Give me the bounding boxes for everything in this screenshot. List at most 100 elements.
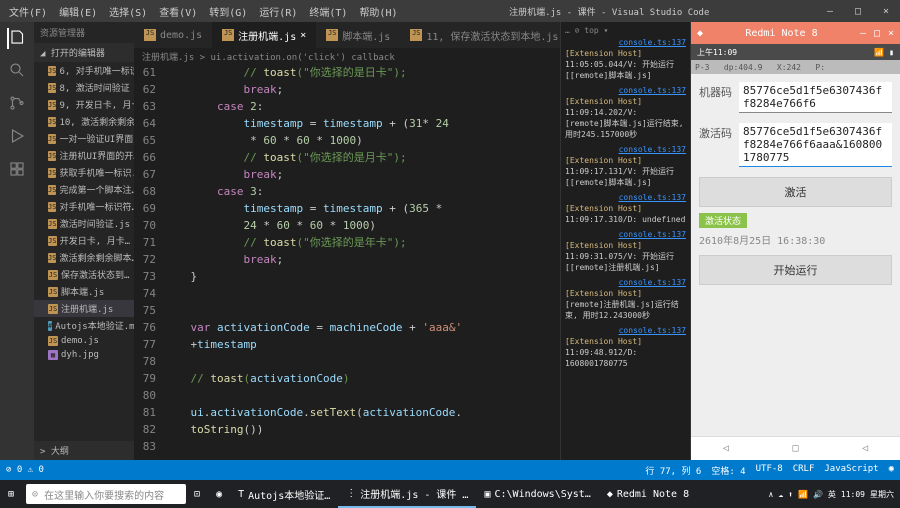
activity-bar [0, 22, 34, 460]
file-item[interactable]: JS完成第一个脚本注… [34, 181, 134, 198]
tray-item[interactable]: ⬆ [788, 490, 793, 499]
close-icon[interactable]: × [300, 30, 306, 41]
status-badge: 激活状态 [699, 213, 747, 228]
outline-section[interactable]: > 大纲 [34, 441, 134, 460]
activate-button[interactable]: 激活 [699, 177, 892, 207]
status-item[interactable]: ◉ [889, 464, 894, 477]
phone-app-icon: ◆ [697, 28, 703, 39]
menu-item[interactable]: 查看(V) [154, 2, 202, 21]
status-bar: ⊘ 0 ⚠ 0 行 77, 列 6 空格: 4 UTF-8 CRLF JavaScrip… [0, 460, 900, 480]
status-item[interactable]: JavaScript [824, 464, 878, 477]
tray-item[interactable]: 🔊 [813, 490, 823, 499]
window-button[interactable]: □ [844, 6, 872, 17]
file-item[interactable]: JS一对一验证UI界面的… [34, 130, 134, 147]
tray-item[interactable]: 星期六 [870, 489, 894, 500]
file-item[interactable]: #Autojs本地验证.md [34, 317, 134, 334]
recent-icon[interactable]: ◁ [862, 443, 868, 454]
taskbar-item[interactable]: ▣C:\Windows\Syst… [476, 480, 598, 508]
machine-code-field[interactable]: 85776ce5d1f5e6307436ff8284e766f6 [739, 82, 892, 113]
file-item[interactable]: JS对手机唯一标识符… [34, 198, 134, 215]
window-buttons: —□× [816, 6, 900, 17]
status-item[interactable]: CRLF [793, 464, 815, 477]
menu-item[interactable]: 运行(R) [254, 2, 302, 21]
window-button[interactable]: — [816, 6, 844, 17]
tray-item[interactable]: 📶 [798, 490, 808, 499]
start-run-button[interactable]: 开始运行 [699, 255, 892, 285]
tray-item[interactable]: ∧ [768, 490, 773, 499]
extensions-icon[interactable] [8, 160, 26, 181]
file-item[interactable]: JS脚本端.js [34, 283, 134, 300]
explorer-sidebar: 资源管理器 ◢ 打开的编辑器 JS6, 对手机唯一标识符…JS8, 激活时间验证… [34, 22, 134, 460]
windows-taskbar: ⊞ ⊙ 在这里输入你要搜索的内容 ⊡◉TAutojs本地验证…⋮注册机端.js … [0, 480, 900, 508]
taskbar-item[interactable]: ⋮注册机端.js - 课件 … [338, 480, 476, 508]
status-item[interactable]: 空格: 4 [711, 464, 745, 477]
file-item[interactable]: JS注册机UI界面的开… [34, 147, 134, 164]
window-button[interactable]: × [872, 6, 900, 17]
file-item[interactable]: ▦dyh.jpg [34, 348, 134, 362]
status-right[interactable]: 行 77, 列 6 空格: 4 UTF-8 CRLF JavaScript ◉ [645, 464, 894, 477]
menu-item[interactable]: 编辑(E) [54, 2, 102, 21]
taskbar-item[interactable]: ◆Redmi Note 8 [599, 480, 697, 508]
phone-nav-bar[interactable]: ◁ □ ◁ [691, 436, 900, 460]
menu-item[interactable]: 终端(T) [304, 2, 352, 21]
breadcrumb[interactable]: 注册机端.js > ui.activation.on('click') call… [134, 48, 560, 64]
home-icon[interactable]: □ [792, 443, 798, 454]
file-item[interactable]: JS激活时间验证.js [34, 215, 134, 232]
start-button[interactable]: ⊞ [0, 480, 22, 508]
back-icon[interactable]: ◁ [723, 443, 729, 454]
taskbar-item[interactable]: ◉ [208, 480, 230, 508]
editor-tab[interactable]: JSdemo.js [134, 22, 212, 48]
phone-status-icons: 📶 ▮ [874, 48, 894, 57]
log-entry: console.ts:137[Extension Host][remote]注册… [565, 277, 686, 321]
search-icon[interactable] [8, 61, 26, 82]
status-item[interactable]: UTF-8 [756, 464, 783, 477]
editor-tab[interactable]: JS11, 保存激活状态到本地.js [400, 22, 560, 48]
editor-tabs: JSdemo.jsJS注册机端.js×JS脚本端.jsJS11, 保存激活状态到… [134, 22, 560, 48]
file-item[interactable]: JS开发日卡, 月卡… [34, 232, 134, 249]
menu-item[interactable]: 文件(F) [4, 2, 52, 21]
file-item[interactable]: JS注册机端.js [34, 300, 134, 317]
code-lines[interactable]: // toast("你选择的是日卡"); break; case 2: time… [164, 64, 560, 460]
menu-item[interactable]: 选择(S) [104, 2, 152, 21]
file-item[interactable]: JSdemo.js [34, 334, 134, 348]
taskbar-search[interactable]: ⊙ 在这里输入你要搜索的内容 [26, 484, 186, 504]
file-item[interactable]: JS9, 开发日卡, 月卡… [34, 96, 134, 113]
file-item[interactable]: JS10, 激活剩余剩余脚本… [34, 113, 134, 130]
open-editors-section[interactable]: ◢ 打开的编辑器 [34, 43, 134, 62]
system-tray[interactable]: ∧ ☁ ⬆ 📶 🔊 英 11:09 星期六 [768, 489, 900, 500]
log-entry: console.ts:137[Extension Host]11:09:17.3… [565, 192, 686, 225]
tray-item[interactable]: 英 [828, 489, 836, 500]
file-item[interactable]: JS保存激活状态到… [34, 266, 134, 283]
file-item[interactable]: JS激活剩余剩余脚本… [34, 249, 134, 266]
file-list: JS6, 对手机唯一标识符…JS8, 激活时间验证 (2…JS9, 开发日卡, … [34, 62, 134, 362]
editor-tab[interactable]: JS注册机端.js× [212, 22, 316, 48]
files-icon[interactable] [7, 28, 27, 49]
menu-item[interactable]: 帮助(H) [354, 2, 402, 21]
tray-item[interactable]: 11:09 [841, 490, 865, 499]
file-item[interactable]: JS6, 对手机唯一标识符… [34, 62, 134, 79]
terminal-header[interactable]: … ⊘ top ▾ [565, 26, 686, 35]
window-titlebar: 文件(F)编辑(E)选择(S)查看(V)转到(G)运行(R)终端(T)帮助(H)… [0, 0, 900, 22]
activation-code-field[interactable]: 85776ce5d1f5e6307436ff8284e766f6aaa&1608… [739, 123, 892, 167]
log-entry: console.ts:137[Extension Host]11:05:05.0… [565, 37, 686, 81]
log-entry: console.ts:137[Extension Host]11:09:17.1… [565, 144, 686, 188]
file-item[interactable]: JS获取手机唯一标识.js [34, 164, 134, 181]
taskbar-items: ⊡◉TAutojs本地验证…⋮注册机端.js - 课件 …▣C:\Windows… [186, 480, 697, 508]
log-entry: console.ts:137[Extension Host]11:09:14.2… [565, 85, 686, 140]
search-placeholder: 在这里输入你要搜索的内容 [44, 487, 164, 502]
activation-code-label: 激活码 [699, 123, 735, 141]
window-title: 注册机端.js - 课件 - Visual Studio Code [403, 5, 817, 18]
source-control-icon[interactable] [8, 94, 26, 115]
debug-icon[interactable] [8, 127, 26, 148]
file-item[interactable]: JS8, 激活时间验证 (2… [34, 79, 134, 96]
taskbar-item[interactable]: TAutojs本地验证… [230, 480, 338, 508]
status-item[interactable]: 行 77, 列 6 [645, 464, 701, 477]
taskbar-item[interactable]: ⊡ [186, 480, 208, 508]
phone-statusbar: 上午11:09 📶 ▮ [691, 44, 900, 60]
editor-tab[interactable]: JS脚本端.js [316, 22, 400, 48]
tray-item[interactable]: ☁ [778, 490, 783, 499]
menu-item[interactable]: 转到(G) [204, 2, 252, 21]
code-editor[interactable]: 6162636465666768697071727374757677787980… [134, 64, 560, 460]
status-left[interactable]: ⊘ 0 ⚠ 0 [6, 465, 44, 475]
phone-window-buttons[interactable]: —□× [860, 28, 894, 39]
